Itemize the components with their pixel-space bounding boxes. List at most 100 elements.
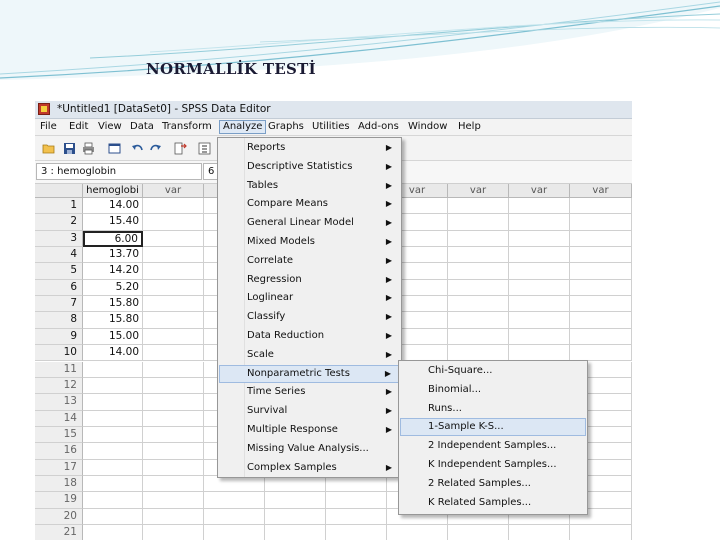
row-header[interactable]: 18 bbox=[35, 475, 83, 493]
row-header[interactable]: 10 bbox=[35, 345, 83, 362]
menu-data[interactable]: Data bbox=[130, 121, 154, 132]
data-cell-empty[interactable] bbox=[204, 525, 265, 540]
analyze-menu-item[interactable]: Compare Means ▶ bbox=[219, 195, 400, 213]
data-cell-empty[interactable] bbox=[143, 508, 204, 525]
analyze-menu-item[interactable]: Loglinear ▶ bbox=[219, 289, 400, 307]
row-header[interactable]: 17 bbox=[35, 459, 83, 476]
data-cell-hemoglobin[interactable]: 15.00 bbox=[83, 328, 143, 346]
data-cell-hemoglobin[interactable]: 15.80 bbox=[83, 296, 143, 313]
data-cell-empty[interactable] bbox=[570, 230, 632, 248]
analyze-menu-item[interactable]: Time Series ▶ bbox=[219, 383, 400, 401]
data-cell-hemoglobin[interactable] bbox=[83, 459, 143, 476]
nonparametric-submenu-item[interactable]: Binomial... bbox=[400, 381, 586, 399]
menu-help[interactable]: Help bbox=[458, 121, 481, 132]
data-cell-empty[interactable] bbox=[509, 296, 570, 313]
data-cell-hemoglobin[interactable]: 14.20 bbox=[83, 263, 143, 280]
data-cell-empty[interactable] bbox=[204, 508, 265, 525]
row-header[interactable]: 4 bbox=[35, 247, 83, 264]
data-cell-empty[interactable] bbox=[509, 312, 570, 329]
data-cell-empty[interactable] bbox=[143, 475, 204, 493]
row-header[interactable]: 8 bbox=[35, 312, 83, 329]
analyze-menu-item[interactable]: Reports ▶ bbox=[219, 139, 400, 157]
data-cell-empty[interactable] bbox=[448, 328, 509, 346]
data-cell-empty[interactable] bbox=[509, 214, 570, 231]
analyze-menu-item[interactable]: Complex Samples ▶ bbox=[219, 459, 400, 477]
row-header[interactable]: 7 bbox=[35, 296, 83, 313]
data-cell-empty[interactable] bbox=[326, 492, 387, 509]
analyze-menu-item[interactable]: Data Reduction ▶ bbox=[219, 327, 400, 345]
data-cell-hemoglobin[interactable]: 15.40 bbox=[83, 214, 143, 231]
data-cell-empty[interactable] bbox=[143, 214, 204, 231]
row-header[interactable]: 15 bbox=[35, 426, 83, 444]
data-cell-empty[interactable] bbox=[143, 198, 204, 215]
data-cell-empty[interactable] bbox=[265, 525, 326, 540]
menu-edit[interactable]: Edit bbox=[69, 121, 88, 132]
row-header[interactable]: 3 bbox=[35, 230, 83, 248]
row-header[interactable]: 2 bbox=[35, 214, 83, 231]
data-cell-empty[interactable] bbox=[143, 312, 204, 329]
analyze-menu-item[interactable]: Correlate ▶ bbox=[219, 252, 400, 270]
data-cell-empty[interactable] bbox=[143, 361, 204, 378]
analyze-menu-item[interactable]: Mixed Models ▶ bbox=[219, 233, 400, 251]
analyze-menu-item[interactable]: General Linear Model ▶ bbox=[219, 214, 400, 232]
nonparametric-submenu-item[interactable]: K Independent Samples... bbox=[400, 456, 586, 474]
data-cell-empty[interactable] bbox=[509, 525, 570, 540]
row-header[interactable]: 9 bbox=[35, 328, 83, 346]
goto-case-icon[interactable] bbox=[174, 142, 187, 155]
data-cell-empty[interactable] bbox=[448, 296, 509, 313]
row-header[interactable]: 19 bbox=[35, 492, 83, 509]
data-cell-empty[interactable] bbox=[143, 394, 204, 411]
data-cell-empty[interactable] bbox=[143, 328, 204, 346]
data-cell-empty[interactable] bbox=[143, 263, 204, 280]
data-cell-empty[interactable] bbox=[326, 475, 387, 493]
analyze-menu-item[interactable]: Nonparametric Tests ▶ bbox=[219, 364, 400, 383]
analyze-menu-item[interactable]: Tables ▶ bbox=[219, 177, 400, 195]
column-header-hemoglobin[interactable]: hemoglobi bbox=[83, 184, 143, 198]
data-cell-hemoglobin[interactable] bbox=[83, 426, 143, 444]
data-cell-empty[interactable] bbox=[448, 312, 509, 329]
nonparametric-submenu-item[interactable]: 1-Sample K-S... bbox=[400, 418, 586, 437]
column-header-var[interactable]: var bbox=[570, 184, 632, 198]
open-icon[interactable] bbox=[42, 142, 55, 155]
data-cell-empty[interactable] bbox=[509, 230, 570, 248]
data-cell-empty[interactable] bbox=[143, 279, 204, 297]
data-cell-empty[interactable] bbox=[143, 296, 204, 313]
data-cell-empty[interactable] bbox=[143, 377, 204, 395]
row-header[interactable]: 12 bbox=[35, 377, 83, 395]
data-cell-empty[interactable] bbox=[143, 345, 204, 362]
analyze-menu-item[interactable]: Missing Value Analysis... bbox=[219, 440, 400, 458]
data-cell-empty[interactable] bbox=[448, 214, 509, 231]
data-cell-empty[interactable] bbox=[570, 312, 632, 329]
data-cell-empty[interactable] bbox=[387, 525, 448, 540]
analyze-menu-item[interactable]: Scale ▶ bbox=[219, 346, 400, 364]
row-header[interactable]: 13 bbox=[35, 394, 83, 411]
data-cell-hemoglobin[interactable] bbox=[83, 475, 143, 493]
data-cell-empty[interactable] bbox=[448, 263, 509, 280]
data-cell-empty[interactable] bbox=[448, 279, 509, 297]
row-header[interactable]: 14 bbox=[35, 410, 83, 427]
data-cell-hemoglobin[interactable] bbox=[83, 377, 143, 395]
data-cell-empty[interactable] bbox=[143, 247, 204, 264]
data-cell-empty[interactable] bbox=[265, 508, 326, 525]
data-cell-empty[interactable] bbox=[509, 263, 570, 280]
data-cell-empty[interactable] bbox=[570, 263, 632, 280]
data-cell-hemoglobin[interactable] bbox=[83, 525, 143, 540]
data-cell-empty[interactable] bbox=[204, 475, 265, 493]
data-cell-empty[interactable] bbox=[143, 230, 204, 248]
nonparametric-submenu-item[interactable]: 2 Independent Samples... bbox=[400, 437, 586, 455]
data-cell-empty[interactable] bbox=[143, 525, 204, 540]
analyze-menu-item[interactable]: Regression ▶ bbox=[219, 271, 400, 289]
data-cell-empty[interactable] bbox=[570, 279, 632, 297]
data-cell-empty[interactable] bbox=[265, 492, 326, 509]
column-header-var[interactable]: var bbox=[448, 184, 509, 198]
data-cell-empty[interactable] bbox=[143, 426, 204, 444]
save-icon[interactable] bbox=[63, 142, 76, 155]
row-header[interactable]: 16 bbox=[35, 443, 83, 460]
data-cell-hemoglobin[interactable]: 6.00 bbox=[83, 230, 143, 248]
data-cell-hemoglobin[interactable] bbox=[83, 492, 143, 509]
menu-analyze[interactable]: Analyze bbox=[219, 120, 267, 134]
data-cell-empty[interactable] bbox=[448, 247, 509, 264]
column-header-var[interactable]: var bbox=[509, 184, 570, 198]
data-cell-hemoglobin[interactable]: 14.00 bbox=[83, 198, 143, 215]
variables-icon[interactable] bbox=[198, 142, 211, 155]
